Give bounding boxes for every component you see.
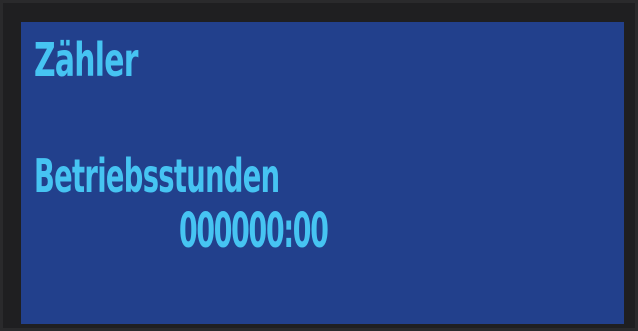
page-title: Zähler (34, 33, 138, 87)
lcd-screen: Zähler Betriebsstunden 000000:00 (21, 22, 624, 324)
operating-hours-label: Betriebsstunden (34, 149, 280, 203)
lcd-display-frame: Zähler Betriebsstunden 000000:00 (0, 0, 638, 331)
operating-hours-value: 000000:00 (179, 203, 329, 259)
